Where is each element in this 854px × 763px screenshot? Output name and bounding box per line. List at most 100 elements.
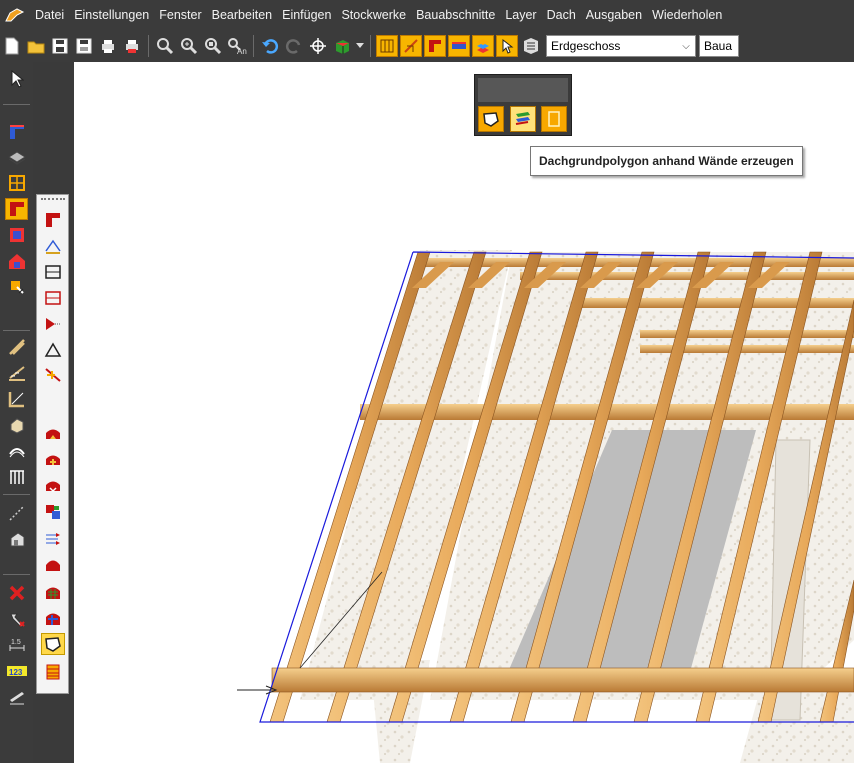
- zoom-window-icon[interactable]: [154, 35, 176, 57]
- roof-general-icon[interactable]: [41, 209, 65, 231]
- print-preview-icon[interactable]: [121, 35, 143, 57]
- menu-einfuegen[interactable]: Einfügen: [277, 0, 336, 30]
- pen-edit-icon[interactable]: [5, 686, 28, 708]
- beam-tool-icon[interactable]: [5, 336, 28, 358]
- railing-tool-icon[interactable]: [5, 466, 28, 488]
- print-icon[interactable]: [97, 35, 119, 57]
- stair-tool-icon[interactable]: [5, 362, 28, 384]
- window-tool-icon[interactable]: [5, 172, 28, 194]
- floor-slab-icon[interactable]: [448, 35, 470, 57]
- edit-properties-icon[interactable]: [5, 608, 28, 630]
- section-select[interactable]: Baua: [699, 35, 739, 57]
- dropdown-arrow-icon[interactable]: [355, 35, 365, 57]
- rafter-tool-icon[interactable]: [5, 388, 28, 410]
- main-toolbar: An Erdgeschoss ⌵ Baua: [0, 30, 854, 62]
- app-logo-icon[interactable]: [4, 5, 26, 25]
- roof-tool-icon[interactable]: [5, 198, 28, 220]
- roof-layers-icon[interactable]: [41, 661, 65, 683]
- roof-red-icon[interactable]: [424, 35, 446, 57]
- roof-grid-blue-icon[interactable]: [41, 607, 65, 629]
- roof-transfer-icon[interactable]: [41, 527, 65, 549]
- roof-gable-icon[interactable]: [41, 339, 65, 361]
- polygon-from-walls-icon[interactable]: [510, 106, 536, 132]
- open-folder-icon[interactable]: [25, 35, 47, 57]
- roof-polygon-flyout: [474, 74, 572, 136]
- object-tool-icon[interactable]: [5, 528, 28, 550]
- redo-icon[interactable]: [283, 35, 305, 57]
- palette-separator: [3, 574, 30, 575]
- house-tool-icon[interactable]: [5, 250, 28, 272]
- roof-split-icon[interactable]: [41, 287, 65, 309]
- polygon-draw-icon[interactable]: [478, 106, 504, 132]
- new-file-icon[interactable]: [1, 35, 23, 57]
- roof-section-icon[interactable]: [41, 261, 65, 283]
- room-tool-icon[interactable]: [5, 224, 28, 246]
- menu-bauabschnitte[interactable]: Bauabschnitte: [411, 0, 500, 30]
- tooltip: Dachgrundpolygon anhand Wände erzeugen: [530, 146, 803, 176]
- flyout-titlebar[interactable]: [478, 78, 568, 102]
- line-tool-icon[interactable]: [5, 502, 28, 524]
- wall-tool-icon[interactable]: [5, 120, 28, 142]
- polygon-rectangle-icon[interactable]: [541, 106, 567, 132]
- svg-text:1.5: 1.5: [11, 639, 21, 646]
- palette-separator: [3, 494, 30, 495]
- menu-dach[interactable]: Dach: [542, 0, 581, 30]
- floor-select[interactable]: Erdgeschoss ⌵: [546, 35, 696, 57]
- toolbar-separator: [253, 35, 254, 57]
- save-as-icon[interactable]: [73, 35, 95, 57]
- zoom-in-icon[interactable]: [178, 35, 200, 57]
- dimension-tool-icon[interactable]: [5, 276, 28, 298]
- svg-text:An: An: [237, 47, 247, 55]
- menu-bar: Datei Einstellungen Fenster Bearbeiten E…: [0, 0, 854, 30]
- roof-eaves-icon[interactable]: [41, 313, 65, 335]
- roof-stairs-icon[interactable]: [400, 35, 422, 57]
- layers-stack-icon[interactable]: [472, 35, 494, 57]
- wall-grid-icon[interactable]: [376, 35, 398, 57]
- zoom-all-icon[interactable]: [202, 35, 224, 57]
- roof-subpalette: [36, 194, 69, 694]
- menu-bearbeiten[interactable]: Bearbeiten: [207, 0, 277, 30]
- roof-dormer-icon[interactable]: [41, 365, 65, 387]
- crosshair-icon[interactable]: [307, 35, 329, 57]
- roof-style-b-icon[interactable]: [41, 449, 65, 471]
- chevron-down-icon: ⌵: [682, 40, 690, 52]
- undo-icon[interactable]: [259, 35, 281, 57]
- roof-style-c-icon[interactable]: [41, 475, 65, 497]
- roof-dome-icon[interactable]: [41, 553, 65, 575]
- cad-application-window: Datei Einstellungen Fenster Bearbeiten E…: [0, 0, 854, 763]
- slab-tool-icon[interactable]: [5, 146, 28, 168]
- palette-separator: [3, 330, 30, 331]
- toolbar-separator: [148, 35, 149, 57]
- delete-x-icon[interactable]: [5, 582, 28, 604]
- measure-icon[interactable]: 1.5: [5, 634, 28, 656]
- menu-datei[interactable]: Datei: [30, 0, 69, 30]
- arch-tool-icon[interactable]: [5, 440, 28, 462]
- roof-style-a-icon[interactable]: [41, 423, 65, 445]
- save-icon[interactable]: [49, 35, 71, 57]
- column-tool-icon[interactable]: [5, 414, 28, 436]
- numbering-icon[interactable]: 123: [5, 660, 28, 682]
- floor-select-value: Erdgeschoss: [551, 39, 621, 53]
- menu-einstellungen[interactable]: Einstellungen: [69, 0, 154, 30]
- zoom-text-icon[interactable]: An: [226, 35, 248, 57]
- palette-separator: [3, 104, 30, 105]
- svg-text:123: 123: [9, 668, 23, 677]
- menu-wiederholen[interactable]: Wiederholen: [647, 0, 727, 30]
- menu-fenster[interactable]: Fenster: [154, 0, 206, 30]
- menu-stockwerke[interactable]: Stockwerke: [336, 0, 411, 30]
- roof-color-icon[interactable]: [41, 501, 65, 523]
- roof-window-icon[interactable]: [41, 235, 65, 257]
- eaves-purlin: [271, 667, 854, 693]
- menu-layer[interactable]: Layer: [500, 0, 541, 30]
- select-pointer-icon[interactable]: [496, 35, 518, 57]
- roof-polygon-icon[interactable]: [41, 633, 65, 655]
- palette-grip-handle[interactable]: [41, 198, 65, 202]
- building-layers-icon[interactable]: [520, 35, 542, 57]
- section-select-value: Baua: [704, 39, 733, 53]
- roof-grid-green-icon[interactable]: [41, 581, 65, 603]
- toolbar-separator: [370, 35, 371, 57]
- pointer-icon[interactable]: [5, 68, 28, 90]
- 3d-cube-icon[interactable]: [331, 35, 353, 57]
- left-tool-palette: 1.5 123: [0, 62, 33, 763]
- menu-ausgaben[interactable]: Ausgaben: [581, 0, 647, 30]
